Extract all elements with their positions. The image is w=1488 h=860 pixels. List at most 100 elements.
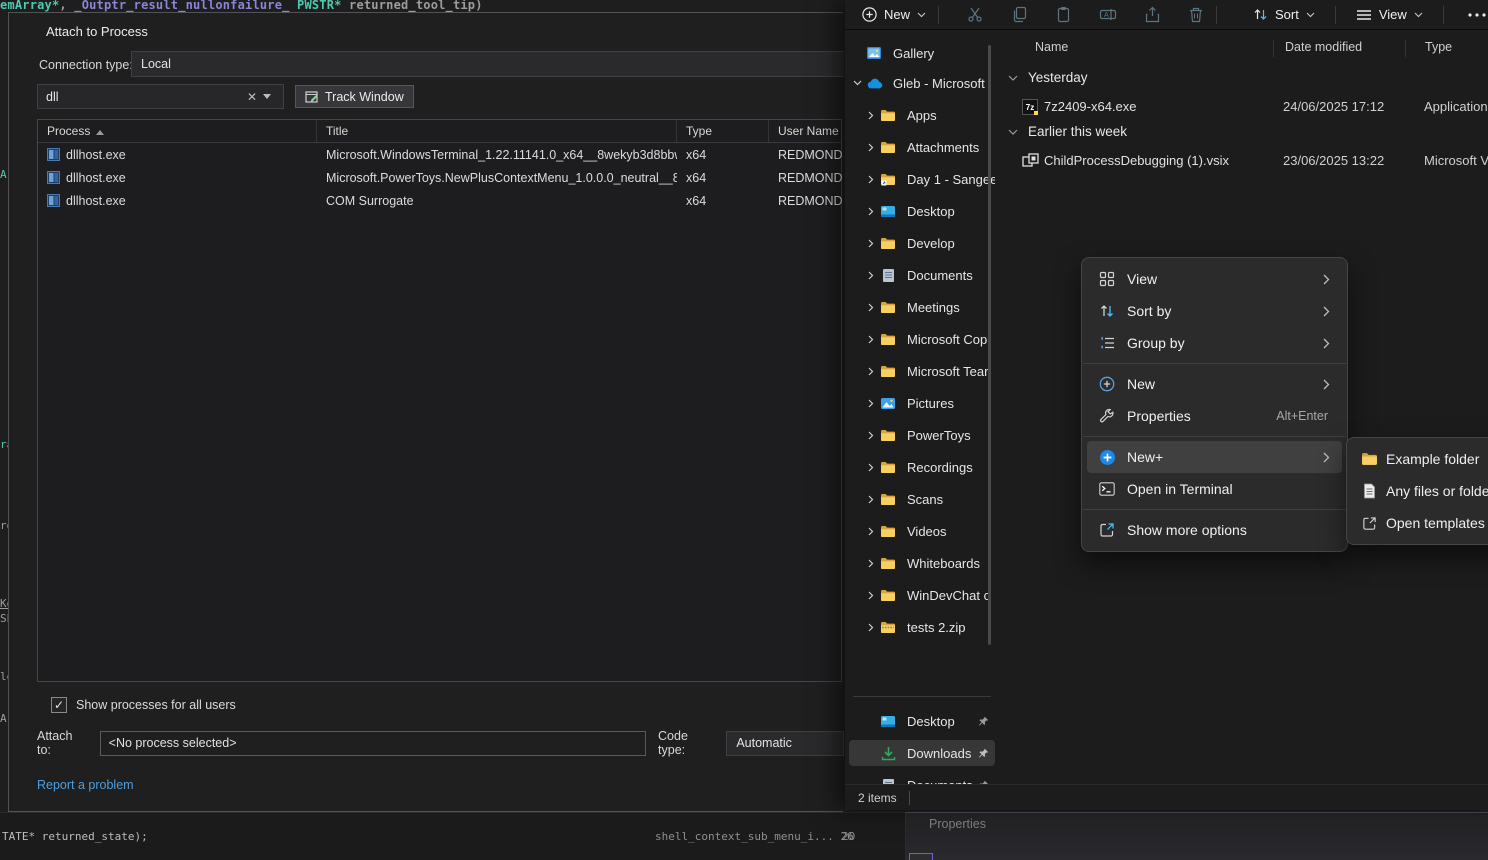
sidebar-item-gallery[interactable]: Gallery — [849, 40, 995, 66]
chevron-down-icon — [917, 12, 926, 18]
menu-item-properties[interactable]: Properties Alt+Enter — [1087, 400, 1342, 432]
process-row[interactable]: dllhost.exe Microsoft.WindowsTerminal_1.… — [38, 143, 841, 166]
column-date-modified[interactable]: Date modified — [1285, 40, 1362, 54]
process-row[interactable]: dllhost.exe Microsoft.PowerToys.NewPlusC… — [38, 166, 841, 189]
sort-ascending-icon — [96, 130, 104, 135]
track-window-button[interactable]: Track Window — [295, 85, 414, 108]
desktop-icon — [879, 715, 897, 728]
chevron-down-icon[interactable] — [1008, 75, 1018, 81]
share-icon[interactable] — [1144, 6, 1161, 23]
new-button[interactable]: New — [862, 7, 926, 22]
chevron-right-icon[interactable] — [863, 495, 879, 504]
chevron-right-icon[interactable] — [863, 207, 879, 216]
chevron-right-icon[interactable] — [863, 623, 879, 632]
clear-filter-icon[interactable]: ✕ — [241, 90, 263, 104]
sidebar-item-day1[interactable]: Day 1 - Sangee — [849, 166, 995, 192]
file-row-7z[interactable]: 7z 7z2409-x64.exe 24/06/2025 17:12 Appli… — [1000, 95, 1488, 121]
chevron-right-icon[interactable] — [863, 239, 879, 248]
process-table-header[interactable]: Process Title Type User Name — [38, 120, 841, 143]
menu-item-new[interactable]: New — [1087, 368, 1342, 400]
wrench-icon — [1087, 408, 1127, 424]
report-a-problem-link[interactable]: Report a problem — [37, 778, 134, 792]
column-user-name[interactable]: User Name — [769, 120, 843, 142]
sidebar-item-powertoys[interactable]: PowerToys — [849, 422, 995, 448]
paste-icon[interactable] — [1055, 6, 1072, 23]
chevron-right-icon[interactable] — [863, 143, 879, 152]
sidebar-item-whiteboards[interactable]: Whiteboards — [849, 550, 995, 576]
chevron-right-icon[interactable] — [863, 175, 879, 184]
chevron-right-icon[interactable] — [863, 591, 879, 600]
codelens-reference[interactable]: shell_context_sub_menu_i... 26 — [655, 830, 854, 843]
sidebar-pinned-downloads[interactable]: Downloads — [849, 740, 995, 766]
show-all-users-checkbox-row[interactable]: ✓ Show processes for all users — [51, 697, 236, 713]
column-name[interactable]: Name — [1035, 40, 1068, 54]
menu-item-open-in-terminal[interactable]: Open in Terminal — [1087, 473, 1342, 505]
sidebar-item-tests-zip[interactable]: tests 2.zip — [849, 614, 995, 640]
gallery-icon — [865, 46, 883, 60]
sidebar-pinned-desktop[interactable]: Desktop — [849, 708, 995, 734]
sidebar-pinned-documents[interactable]: Documents — [849, 772, 995, 784]
chevron-right-icon[interactable] — [863, 463, 879, 472]
sidebar-item-windevchat[interactable]: WinDevChat c — [849, 582, 995, 608]
sidebar-item-desktop[interactable]: Desktop — [849, 198, 995, 224]
codelens-count[interactable]: 20 — [842, 830, 855, 843]
sidebar-item-microsoft-cop[interactable]: Microsoft Cop — [849, 326, 995, 352]
menu-item-group-by[interactable]: Group by — [1087, 327, 1342, 359]
sort-arrows-icon — [1087, 303, 1127, 319]
sidebar-item-attachments[interactable]: Attachments — [849, 134, 995, 160]
sidebar-item-scans[interactable]: Scans — [849, 486, 995, 512]
sort-button[interactable]: Sort — [1253, 7, 1315, 22]
column-title[interactable]: Title — [317, 120, 677, 142]
submenu-item-any-files[interactable]: Any files or folde — [1352, 475, 1488, 507]
chevron-right-icon[interactable] — [863, 399, 879, 408]
sidebar-item-meetings[interactable]: Meetings — [849, 294, 995, 320]
chevron-right-icon[interactable] — [863, 431, 879, 440]
process-row[interactable]: dllhost.exe COM Surrogate x64 REDMOND — [38, 189, 841, 212]
checkbox-checked[interactable]: ✓ — [51, 697, 67, 713]
sidebar-item-recordings[interactable]: Recordings — [849, 454, 995, 480]
sidebar-item-microsoft-tear[interactable]: Microsoft Tear — [849, 358, 995, 384]
submenu-item-open-templates[interactable]: Open templates — [1352, 507, 1488, 539]
more-options-icon[interactable] — [1468, 13, 1486, 17]
column-type[interactable]: Type — [677, 120, 769, 142]
sidebar-item-develop[interactable]: Develop — [849, 230, 995, 256]
chevron-right-icon[interactable] — [863, 559, 879, 568]
sidebar-item-onedrive[interactable]: Gleb - Microsoft — [849, 70, 995, 96]
chevron-down-icon[interactable] — [1008, 129, 1018, 135]
attach-to-field[interactable]: <No process selected> — [100, 731, 646, 756]
menu-item-show-more-options[interactable]: Show more options — [1087, 514, 1342, 546]
submenu-item-example-folder[interactable]: Example folder — [1352, 443, 1488, 475]
sidebar-item-videos[interactable]: Videos — [849, 518, 995, 544]
sidebar-item-documents[interactable]: Documents — [849, 262, 995, 288]
chevron-right-icon[interactable] — [863, 111, 879, 120]
menu-item-new-plus[interactable]: New+ — [1087, 441, 1342, 473]
sidebar-item-pictures[interactable]: Pictures — [849, 390, 995, 416]
sidebar-scrollbar[interactable] — [988, 45, 991, 645]
menu-item-view[interactable]: View — [1087, 263, 1342, 295]
file-row-vsix[interactable]: ChildProcessDebugging (1).vsix 23/06/202… — [1000, 149, 1488, 175]
process-table: Process Title Type User Name dllhost.exe… — [37, 119, 842, 682]
editor-code-line: emArray*, _Outptr_result_nullonfailure_ … — [0, 0, 900, 12]
filter-dropdown-icon[interactable] — [263, 94, 283, 99]
filter-value[interactable]: dll — [38, 90, 241, 104]
chevron-right-icon[interactable] — [863, 367, 879, 376]
rename-icon[interactable]: A — [1099, 6, 1117, 23]
chevron-expanded-icon[interactable] — [849, 80, 865, 86]
cut-icon[interactable] — [967, 6, 984, 23]
delete-icon[interactable] — [1188, 6, 1204, 23]
chevron-right-icon[interactable] — [863, 335, 879, 344]
view-button[interactable]: View — [1356, 7, 1423, 22]
group-header-yesterday[interactable]: Yesterday — [1008, 70, 1088, 85]
chevron-right-icon[interactable] — [863, 303, 879, 312]
code-type-select[interactable]: Automatic — [726, 731, 844, 756]
column-process[interactable]: Process — [38, 120, 317, 142]
column-type[interactable]: Type — [1425, 40, 1452, 54]
sidebar-item-apps[interactable]: Apps — [849, 102, 995, 128]
group-header-earlier-this-week[interactable]: Earlier this week — [1008, 124, 1127, 139]
chevron-right-icon[interactable] — [863, 527, 879, 536]
connection-type-select[interactable]: Local — [131, 51, 844, 77]
chevron-right-icon[interactable] — [863, 271, 879, 280]
process-filter-input[interactable]: dll ✕ — [37, 84, 284, 109]
menu-item-sort-by[interactable]: Sort by — [1087, 295, 1342, 327]
copy-icon[interactable] — [1011, 6, 1028, 23]
